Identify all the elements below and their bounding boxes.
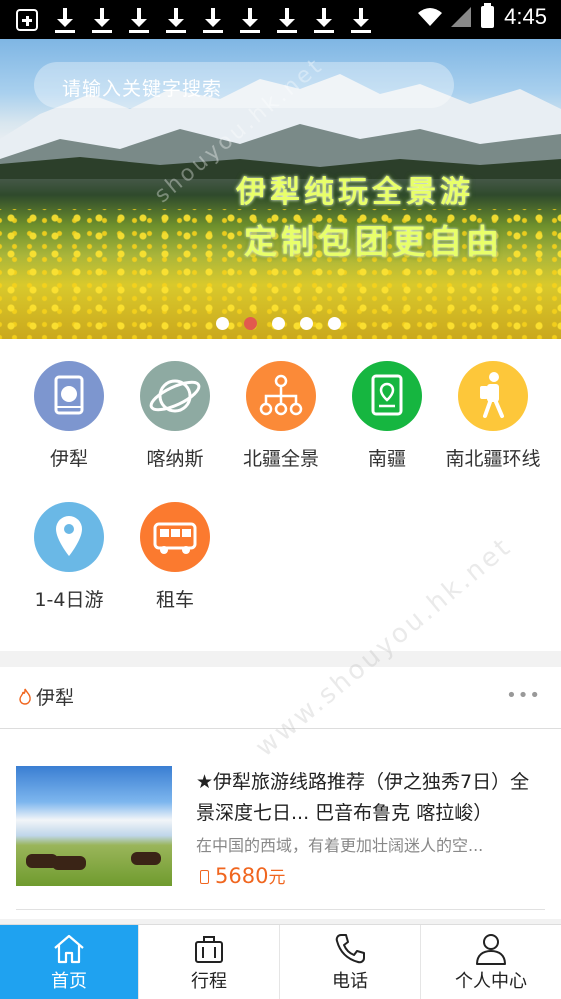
category-label: 1-4日游 <box>34 589 104 611</box>
category-grid: 伊犁 喀纳斯 北疆全景 南疆 南北疆环线 1-4日游 租车 <box>0 339 561 651</box>
guidebook-icon <box>352 361 422 431</box>
luggage-icon <box>195 936 223 963</box>
status-bar: 4:45 <box>0 0 561 39</box>
tour-description: 在中国的西域，有着更加壮阔迷人的空... <box>196 836 484 855</box>
download-icon <box>239 6 261 34</box>
bus-icon <box>140 502 210 572</box>
tour-title: ★伊犁旅游线路推荐（伊之独秀7日）全景深度七日... 巴音布鲁克 喀拉峻） <box>196 771 530 824</box>
network-icon <box>246 361 316 431</box>
person-icon <box>476 934 506 965</box>
clock: 4:45 <box>504 4 547 29</box>
price-value: 5680 <box>215 864 269 888</box>
carousel-dot-active[interactable] <box>244 317 257 330</box>
location-pin-icon <box>34 502 104 572</box>
category-label: 南北疆环线 <box>445 448 541 470</box>
carousel-dot[interactable] <box>216 317 229 330</box>
download-icon <box>276 6 298 34</box>
bottom-nav: 首页 行程 电话 个人中心 <box>0 924 561 999</box>
carousel-dot[interactable] <box>328 317 341 330</box>
category-south-xinjiang[interactable]: 南疆 <box>334 361 440 471</box>
download-icon <box>313 6 335 34</box>
flame-icon <box>19 688 31 705</box>
category-loop-route[interactable]: 南北疆环线 <box>440 361 546 471</box>
battery-charging-icon <box>481 3 495 28</box>
orbit-icon <box>140 361 210 431</box>
tour-thumbnail <box>16 766 172 886</box>
price-unit: 元 <box>268 868 286 888</box>
more-button[interactable]: ••• <box>506 685 541 706</box>
carousel-dot[interactable] <box>300 317 313 330</box>
category-label: 租车 <box>155 589 194 611</box>
download-icon <box>128 6 150 34</box>
tour-price: 5680元 <box>200 863 285 888</box>
download-icon <box>54 6 76 34</box>
phone-icon <box>335 934 365 964</box>
banner-slogan-line1: 伊犁纯玩全景游 <box>236 175 474 210</box>
notification-icons <box>16 6 387 34</box>
banner-slogan-line2: 定制包团更自由 <box>244 222 503 261</box>
category-kanas[interactable]: 喀纳斯 <box>122 361 228 471</box>
tab-label: 行程 <box>191 971 227 992</box>
tab-label: 电话 <box>332 971 368 992</box>
download-icon <box>165 6 187 34</box>
price-tag-icon <box>200 870 209 884</box>
search-input[interactable]: 请输入关键字搜索 <box>34 62 454 108</box>
download-icon <box>202 6 224 34</box>
banner-carousel[interactable]: 请输入关键字搜索 伊犁纯玩全景游 定制包团更自由 shouyou.hk.net <box>0 39 561 339</box>
tab-label: 首页 <box>51 971 87 992</box>
tab-home[interactable]: 首页 <box>0 925 139 999</box>
app-icon <box>16 9 38 31</box>
category-short-trips[interactable]: 1-4日游 <box>16 502 122 612</box>
category-label: 伊犁 <box>49 448 88 470</box>
signal-icon <box>451 7 472 27</box>
wifi-icon <box>418 8 443 26</box>
category-yili[interactable]: 伊犁 <box>16 361 122 471</box>
tab-label: 个人中心 <box>455 971 527 992</box>
category-north-xinjiang[interactable]: 北疆全景 <box>228 361 334 471</box>
download-icon <box>91 6 113 34</box>
category-label: 南疆 <box>367 448 406 470</box>
tab-itinerary[interactable]: 行程 <box>139 925 280 999</box>
hiker-icon <box>458 361 528 431</box>
section-header: 伊犁 ••• <box>0 667 561 729</box>
divider <box>16 909 545 910</box>
book-icon <box>34 361 104 431</box>
tab-phone[interactable]: 电话 <box>280 925 421 999</box>
category-car-rental[interactable]: 租车 <box>122 502 228 612</box>
category-label: 喀纳斯 <box>146 448 204 470</box>
home-icon <box>54 934 84 964</box>
download-icon <box>350 6 372 34</box>
section-title: 伊犁 <box>36 687 75 709</box>
tab-profile[interactable]: 个人中心 <box>421 925 561 999</box>
category-label: 北疆全景 <box>242 448 319 470</box>
list-item[interactable]: ★伊犁旅游线路推荐（伊之独秀7日）全景深度七日... 巴音布鲁克 喀拉峻） 在中… <box>0 729 561 919</box>
carousel-indicator <box>216 317 356 330</box>
carousel-dot[interactable] <box>272 317 285 330</box>
search-placeholder: 请输入关键字搜索 <box>62 78 223 100</box>
